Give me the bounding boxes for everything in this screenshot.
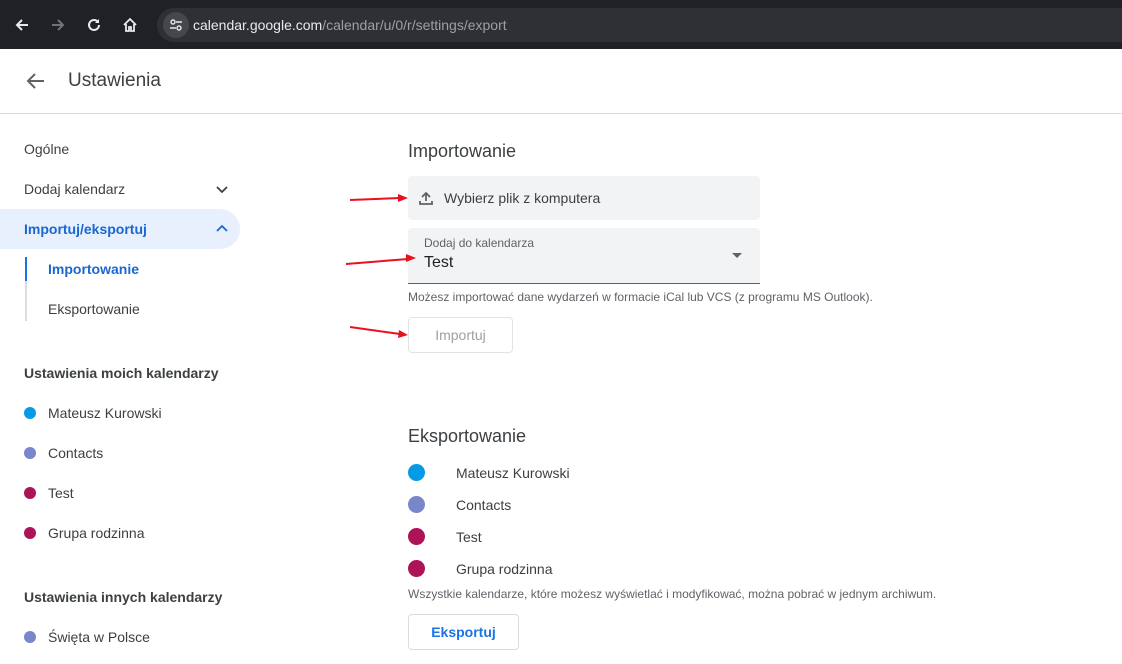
calendar-color-dot xyxy=(24,447,36,459)
settings-header: Ustawienia xyxy=(0,49,1122,114)
chevron-up-icon xyxy=(216,224,228,232)
back-icon[interactable] xyxy=(10,13,34,37)
sidebar-item-add-calendar[interactable]: Dodaj kalendarz xyxy=(0,169,240,209)
browser-toolbar: calendar.google.com/calendar/u/0/r/setti… xyxy=(0,0,1122,49)
upload-icon xyxy=(419,191,433,205)
main-content: Importowanie Wybierz plik z komputera Do… xyxy=(408,114,1122,664)
red-arrow-icon xyxy=(349,194,408,202)
calendar-color-dot xyxy=(24,407,36,419)
calendar-color-dot xyxy=(24,487,36,499)
export-calendar-item: Grupa rodzinna xyxy=(408,560,553,577)
sidebar-subitem-export[interactable]: Eksportowanie xyxy=(48,301,140,317)
choose-file-label: Wybierz plik z komputera xyxy=(444,190,601,206)
forward-icon[interactable] xyxy=(46,13,70,37)
calendar-label: Święta w Polsce xyxy=(48,629,150,645)
sidebar-calendar-item[interactable]: Grupa rodzinna xyxy=(24,525,145,541)
calendar-color-dot xyxy=(24,527,36,539)
calendar-label: Test xyxy=(48,485,74,501)
sidebar-subitem-import[interactable]: Importowanie xyxy=(48,261,139,277)
calendar-color-dot xyxy=(408,464,425,481)
sidebar-item-import-export[interactable]: Importuj/eksportuj xyxy=(0,209,240,249)
select-value: Test xyxy=(424,254,454,271)
calendar-label: Mateusz Kurowski xyxy=(48,405,162,421)
submenu-active-indicator xyxy=(25,257,27,281)
sidebar-calendar-item[interactable]: Święta w Polsce xyxy=(24,629,150,645)
dropdown-arrow-icon xyxy=(732,253,742,258)
sidebar-item-label: Ogólne xyxy=(24,141,70,157)
export-calendar-item: Mateusz Kurowski xyxy=(408,464,570,481)
settings-sidebar: Ogólne Dodaj kalendarz Importuj/eksportu… xyxy=(0,114,260,664)
calendar-label: Contacts xyxy=(456,496,512,513)
url-text: calendar.google.com/calendar/u/0/r/setti… xyxy=(193,17,507,33)
calendar-color-dot xyxy=(408,528,425,545)
calendar-label: Contacts xyxy=(48,445,104,461)
red-arrow-icon xyxy=(349,326,408,338)
calendar-label: Test xyxy=(456,528,482,545)
calendar-color-dot xyxy=(408,496,425,513)
export-button[interactable]: Eksportuj xyxy=(408,614,519,650)
import-button[interactable]: Importuj xyxy=(408,317,513,353)
calendar-color-dot xyxy=(408,560,425,577)
export-calendar-item: Test xyxy=(408,528,482,545)
calendar-label: Mateusz Kurowski xyxy=(456,464,570,481)
reload-icon[interactable] xyxy=(82,13,106,37)
sidebar-calendar-item[interactable]: Mateusz Kurowski xyxy=(24,405,162,421)
choose-file-button[interactable]: Wybierz plik z komputera xyxy=(408,176,760,220)
other-calendars-heading: Ustawienia innych kalendarzy xyxy=(24,589,223,605)
sidebar-item-general[interactable]: Ogólne xyxy=(0,129,240,169)
export-helper-text: Wszystkie kalendarze, które możesz wyświ… xyxy=(408,587,937,601)
add-to-calendar-select[interactable]: Dodaj do kalendarza Test xyxy=(408,228,760,284)
url-host: calendar.google.com xyxy=(193,17,323,33)
red-arrow-icon xyxy=(345,254,416,265)
chevron-down-icon xyxy=(216,186,228,194)
home-icon[interactable] xyxy=(118,13,142,37)
export-section-title: Eksportowanie xyxy=(408,426,527,446)
url-path: /calendar/u/0/r/settings/export xyxy=(322,17,507,33)
address-bar[interactable]: calendar.google.com/calendar/u/0/r/setti… xyxy=(157,8,1122,42)
sidebar-item-label: Importuj/eksportuj xyxy=(24,221,147,237)
select-label: Dodaj do kalendarza xyxy=(424,236,535,250)
back-arrow-icon[interactable] xyxy=(24,69,48,93)
calendar-color-dot xyxy=(24,631,36,643)
calendar-label: Grupa rodzinna xyxy=(456,560,553,577)
export-calendar-item: Contacts xyxy=(408,496,511,513)
import-helper-text: Możesz importować dane wydarzeń w formac… xyxy=(408,290,873,304)
calendar-label: Grupa rodzinna xyxy=(48,525,145,541)
import-section-title: Importowanie xyxy=(408,141,517,161)
site-settings-icon[interactable] xyxy=(163,12,189,38)
sidebar-item-label: Dodaj kalendarz xyxy=(24,181,126,197)
page-title: Ustawienia xyxy=(68,70,161,91)
sidebar-calendar-item[interactable]: Test xyxy=(24,485,74,501)
sidebar-calendar-item[interactable]: Contacts xyxy=(24,445,103,461)
my-calendars-heading: Ustawienia moich kalendarzy xyxy=(24,365,219,381)
